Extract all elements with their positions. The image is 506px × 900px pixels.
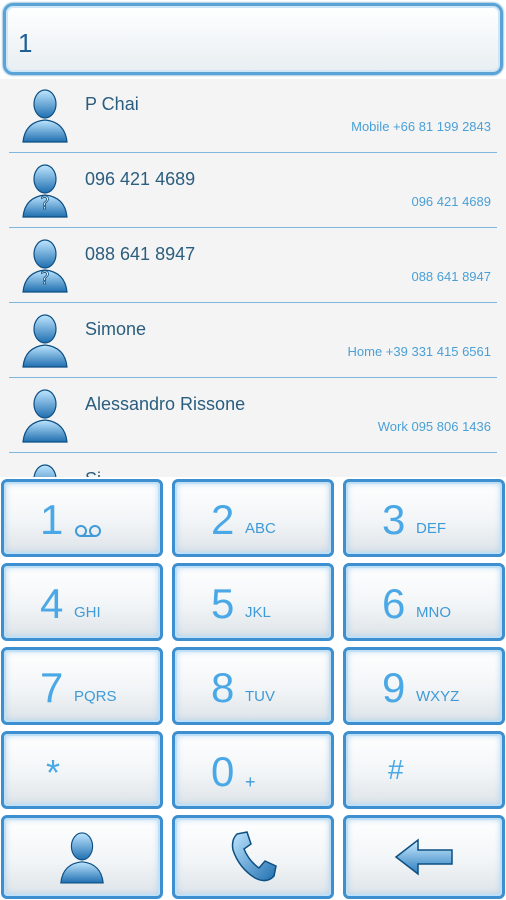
key-5[interactable]: 5 JKL: [172, 563, 334, 641]
list-item[interactable]: ? 096 421 4689 096 421 4689: [9, 154, 497, 228]
contact-name: Alessandro Rissone: [85, 394, 246, 414]
key-digit: *: [46, 752, 61, 793]
key-9[interactable]: 9 WXYZ: [343, 647, 505, 725]
key-letters: +: [245, 772, 256, 792]
list-item[interactable]: Simone Home +39 331 415 6561: [9, 304, 497, 378]
dialed-number: 1: [18, 28, 33, 58]
svg-text:?: ?: [40, 268, 50, 289]
contacts-icon: [60, 832, 104, 884]
key-hash[interactable]: #: [343, 731, 505, 809]
key-6[interactable]: 6 MNO: [343, 563, 505, 641]
key-letters: TUV: [245, 688, 275, 705]
key-digit: 7: [40, 664, 64, 711]
key-7[interactable]: 7 PQRS: [1, 647, 163, 725]
key-letters: PQRS: [74, 688, 117, 705]
key-digit: #: [388, 754, 404, 785]
backspace-arrow-icon: [394, 838, 453, 876]
key-letters: JKL: [245, 604, 271, 621]
key-letters: DEF: [416, 520, 446, 537]
contact-silhouette-icon: [22, 89, 68, 143]
key-digit: 2: [211, 496, 235, 543]
contact-silhouette-icon: [33, 464, 57, 479]
key-letters: WXYZ: [416, 688, 460, 705]
key-letters: ABC: [245, 520, 276, 537]
number-input[interactable]: 1: [3, 3, 503, 75]
key-digit: 8: [211, 664, 235, 711]
contact-detail: 096 421 4689: [411, 194, 491, 209]
key-star[interactable]: *: [1, 731, 163, 809]
key-digit: 3: [382, 496, 406, 543]
unknown-contact-icon: ?: [22, 239, 68, 293]
key-2[interactable]: 2 ABC: [172, 479, 334, 557]
contact-name: 096 421 4689: [85, 169, 196, 189]
key-4[interactable]: 4 GHI: [1, 563, 163, 641]
contact-detail: Mobile +66 81 199 2843: [351, 119, 491, 134]
voicemail-icon: [75, 525, 101, 537]
key-1[interactable]: 1: [1, 479, 163, 557]
key-digit: 4: [40, 580, 64, 627]
contact-detail: Home +39 331 415 6561: [347, 344, 491, 359]
list-item[interactable]: ? 088 641 8947 088 641 8947: [9, 229, 497, 303]
key-digit: 5: [211, 580, 235, 627]
contact-name: 088 641 8947: [85, 244, 196, 264]
contact-detail: Work 095 806 1436: [377, 419, 491, 434]
list-item[interactable]: P Chai Mobile +66 81 199 2843: [9, 79, 497, 153]
backspace-button[interactable]: [343, 815, 505, 899]
key-digit: 1: [40, 496, 64, 543]
key-digit: 6: [382, 580, 406, 627]
contacts-button[interactable]: [1, 815, 163, 899]
svg-text:?: ?: [40, 193, 50, 214]
key-letters: MNO: [416, 604, 451, 621]
key-0[interactable]: 0 +: [172, 731, 334, 809]
key-8[interactable]: 8 TUV: [172, 647, 334, 725]
unknown-contact-icon: ?: [22, 164, 68, 218]
key-digit: 9: [382, 664, 406, 711]
list-item[interactable]: Si...: [9, 454, 497, 479]
contact-suggestions-list[interactable]: P Chai Mobile +66 81 199 2843 ? 096 421 …: [0, 79, 506, 479]
list-item[interactable]: Alessandro Rissone Work 095 806 1436: [9, 379, 497, 453]
phone-call-icon: [231, 831, 277, 882]
contact-name: P Chai: [85, 94, 139, 114]
call-button[interactable]: [172, 815, 334, 899]
contact-silhouette-icon: [22, 389, 68, 443]
contact-silhouette-icon: [22, 314, 68, 368]
key-letters: GHI: [74, 604, 101, 621]
key-digit: 0: [211, 748, 235, 795]
contact-detail: 088 641 8947: [411, 269, 491, 284]
dial-keypad: 1 2 ABC 3 DEF 4 GHI 5 JKL 6 MNO 7 PQRS 8…: [0, 477, 506, 900]
contact-name: Simone: [85, 319, 147, 339]
key-3[interactable]: 3 DEF: [343, 479, 505, 557]
